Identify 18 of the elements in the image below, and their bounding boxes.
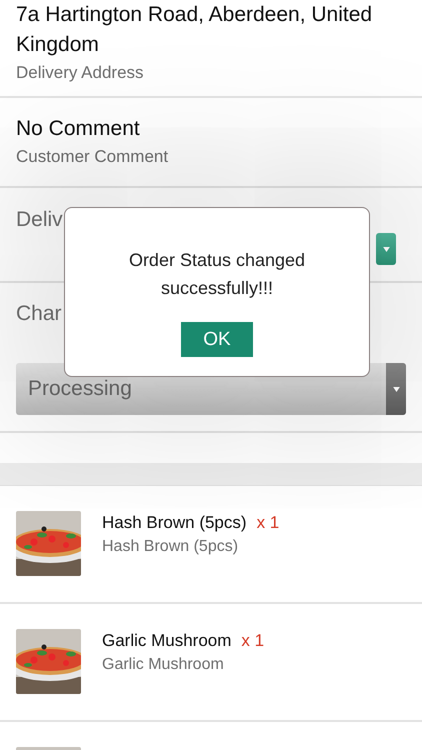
- caret-icon: [392, 386, 400, 392]
- address-text: 7a Hartington Road, Aberdeen, United Kingdom: [16, 2, 374, 58]
- dropdown-value: Processing: [27, 377, 133, 401]
- item-name: Hash Brown (5pcs): [102, 512, 247, 534]
- comment-text: No Comment: [16, 116, 140, 142]
- dialog-message: Order Status changed successfully!!!: [128, 249, 306, 300]
- quantity-text: x 1: [241, 630, 264, 652]
- item-name: Garlic Mushroom: [102, 630, 232, 652]
- field-label: Delivery Address: [16, 62, 144, 84]
- dropdown-arrow-button[interactable]: [376, 233, 396, 265]
- item-description: Hash Brown (5pcs): [102, 537, 240, 557]
- item-description: Garlic Mushroom: [102, 655, 225, 675]
- field-label: Customer Comment: [16, 146, 168, 168]
- ok-button[interactable]: OK: [181, 322, 253, 357]
- field-label: Char: [16, 301, 62, 327]
- caret-icon: [382, 246, 390, 252]
- field-label: Deliv: [16, 207, 63, 233]
- quantity-text: x 1: [256, 512, 280, 534]
